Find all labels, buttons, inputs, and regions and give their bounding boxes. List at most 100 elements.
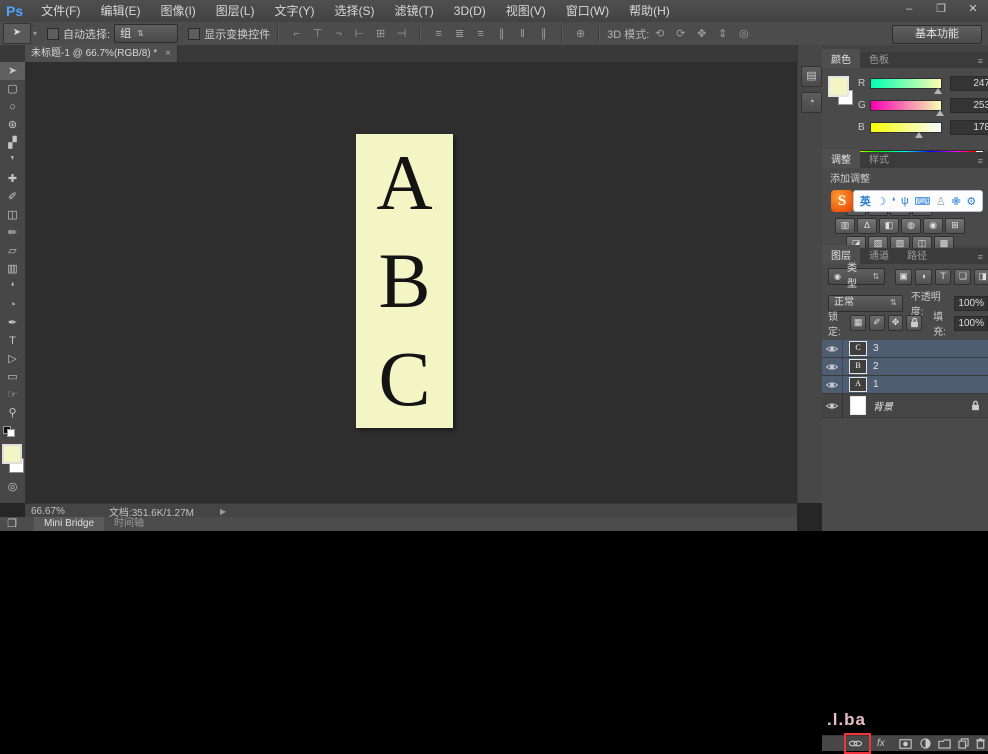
tab-timeline[interactable]: 时间轴: [104, 517, 154, 531]
align-left-edges-icon[interactable]: ⌐: [288, 28, 305, 40]
distribute-right-edges-icon[interactable]: ∥: [535, 27, 552, 40]
new-group-icon[interactable]: [937, 739, 952, 749]
visibility-toggle[interactable]: [822, 340, 843, 357]
green-slider[interactable]: [870, 100, 942, 111]
new-adjustment-layer-icon[interactable]: [918, 738, 933, 749]
3d-drag-icon[interactable]: ✥: [693, 27, 710, 40]
clone-stamp-tool-button[interactable]: ◫: [0, 206, 25, 224]
filter-adjustment-layers-icon[interactable]: ◑: [915, 269, 932, 285]
visibility-toggle[interactable]: [822, 376, 843, 393]
visibility-toggle[interactable]: [822, 394, 843, 417]
filter-type-layers-icon[interactable]: T: [935, 269, 952, 285]
3d-scale-icon[interactable]: ◎: [735, 27, 752, 40]
properties-panel-icon[interactable]: ◔: [801, 92, 822, 113]
align-horizontal-centers-icon[interactable]: ⊤: [309, 27, 326, 40]
3d-rotate-icon[interactable]: ⟲: [651, 27, 668, 40]
distribute-horizontal-centers-icon[interactable]: ‖: [514, 28, 531, 40]
fill-value[interactable]: 100%: [954, 316, 988, 331]
lasso-tool-button[interactable]: ○: [0, 98, 25, 116]
red-slider[interactable]: [870, 78, 942, 89]
ime-wrench-icon[interactable]: ⚙: [966, 195, 976, 208]
lock-transparent-pixels-icon[interactable]: ▦: [850, 315, 866, 331]
shape-tool-button[interactable]: ▭: [0, 368, 25, 386]
default-colors-icon[interactable]: [3, 426, 15, 436]
menu-3d[interactable]: 3D(D): [444, 0, 496, 22]
black-white-icon[interactable]: ◍: [901, 218, 921, 234]
ime-night-mode-icon[interactable]: ☽: [876, 195, 886, 208]
panel-foreground-swatch[interactable]: [828, 76, 849, 97]
red-value[interactable]: 247: [950, 76, 988, 91]
add-layer-mask-icon[interactable]: [898, 739, 913, 749]
filter-smart-objects-icon[interactable]: ◨: [974, 269, 988, 285]
menu-layer[interactable]: 图层(L): [206, 0, 265, 22]
ime-microphone-icon[interactable]: ψ: [901, 195, 909, 207]
lock-position-icon[interactable]: ✥: [888, 315, 904, 331]
red-slider-thumb[interactable]: [934, 88, 942, 94]
layer-thumbnail[interactable]: A: [849, 377, 867, 392]
tool-preset-arrow-icon[interactable]: ▾: [33, 29, 37, 38]
tab-close-icon[interactable]: ×: [165, 45, 171, 62]
align-vertical-centers-icon[interactable]: ⊞: [372, 27, 389, 40]
visibility-toggle[interactable]: [822, 358, 843, 375]
zoom-tool-button[interactable]: ⚲: [0, 404, 25, 422]
marquee-tool-button[interactable]: ▢: [0, 80, 25, 98]
distribute-vertical-centers-icon[interactable]: ≣: [451, 27, 468, 40]
layer-row-1[interactable]: A 1: [822, 376, 988, 394]
move-tool-button[interactable]: ➤: [0, 62, 25, 80]
align-right-edges-icon[interactable]: ¬: [330, 28, 347, 40]
restore-button[interactable]: ❐: [930, 2, 952, 17]
distribute-top-edges-icon[interactable]: ≡: [430, 28, 447, 40]
3d-roll-icon[interactable]: ⟳: [672, 27, 689, 40]
tab-color[interactable]: 颜色: [822, 49, 860, 68]
layer-name[interactable]: 1: [873, 379, 879, 390]
blue-slider-thumb[interactable]: [915, 132, 923, 138]
panel-menu-icon[interactable]: ≡: [973, 154, 988, 168]
history-panel-icon[interactable]: ▤: [801, 66, 822, 87]
document-canvas[interactable]: A B C: [356, 134, 453, 428]
layer-name[interactable]: 背景: [873, 398, 893, 413]
green-value[interactable]: 253: [950, 98, 988, 113]
menu-type[interactable]: 文字(Y): [264, 0, 324, 22]
path-selection-tool-button[interactable]: ▷: [0, 350, 25, 368]
align-top-edges-icon[interactable]: ⊢: [351, 27, 368, 40]
history-brush-tool-button[interactable]: ✏: [0, 224, 25, 242]
photo-filter-icon[interactable]: ◉: [923, 218, 943, 234]
layer-thumbnail[interactable]: [850, 396, 866, 415]
menu-help[interactable]: 帮助(H): [619, 0, 680, 22]
lock-all-icon[interactable]: [906, 315, 922, 331]
distribute-left-edges-icon[interactable]: ∥: [493, 27, 510, 40]
quick-selection-tool-button[interactable]: ⊛: [0, 116, 25, 134]
menu-select[interactable]: 选择(S): [324, 0, 384, 22]
layer-style-fx-icon[interactable]: fx: [873, 738, 888, 749]
status-options-arrow-icon[interactable]: ▶: [220, 507, 226, 516]
hue-saturation-icon[interactable]: ∆: [857, 218, 877, 234]
filter-shape-layers-icon[interactable]: ❏: [954, 269, 971, 285]
ime-keyboard-icon[interactable]: ⌨: [915, 195, 931, 208]
panel-menu-icon[interactable]: ≡: [973, 250, 988, 264]
healing-brush-tool-button[interactable]: ✚: [0, 170, 25, 188]
lock-image-pixels-icon[interactable]: ✐: [869, 315, 885, 331]
tab-paths[interactable]: 路径: [898, 245, 936, 264]
blur-tool-button[interactable]: ❛: [0, 278, 25, 296]
current-tool-icon[interactable]: ➤: [3, 23, 31, 44]
align-bottom-edges-icon[interactable]: ⊣: [393, 27, 410, 40]
workspace-switcher-button[interactable]: 基本功能: [892, 25, 982, 44]
foreground-color-swatch[interactable]: [2, 444, 22, 464]
ime-language-icon[interactable]: 英: [860, 193, 871, 209]
menu-file[interactable]: 文件(F): [31, 0, 90, 22]
3d-slide-icon[interactable]: ⇕: [714, 27, 731, 40]
menu-view[interactable]: 视图(V): [496, 0, 556, 22]
menu-window[interactable]: 窗口(W): [556, 0, 619, 22]
gradient-tool-button[interactable]: ▥: [0, 260, 25, 278]
crop-tool-button[interactable]: ▞: [0, 134, 25, 152]
close-button[interactable]: ✕: [962, 2, 984, 17]
layer-row-2[interactable]: B 2: [822, 358, 988, 376]
color-balance-icon[interactable]: ◧: [879, 218, 899, 234]
blue-slider[interactable]: [870, 122, 942, 133]
menu-edit[interactable]: 编辑(E): [90, 0, 150, 22]
vibrance-icon[interactable]: ▥: [835, 218, 855, 234]
sogou-logo-icon[interactable]: S: [831, 190, 853, 212]
quick-mask-button[interactable]: ◎: [0, 478, 25, 496]
panel-menu-icon[interactable]: ≡: [973, 54, 988, 68]
delete-layer-icon[interactable]: [973, 738, 988, 749]
